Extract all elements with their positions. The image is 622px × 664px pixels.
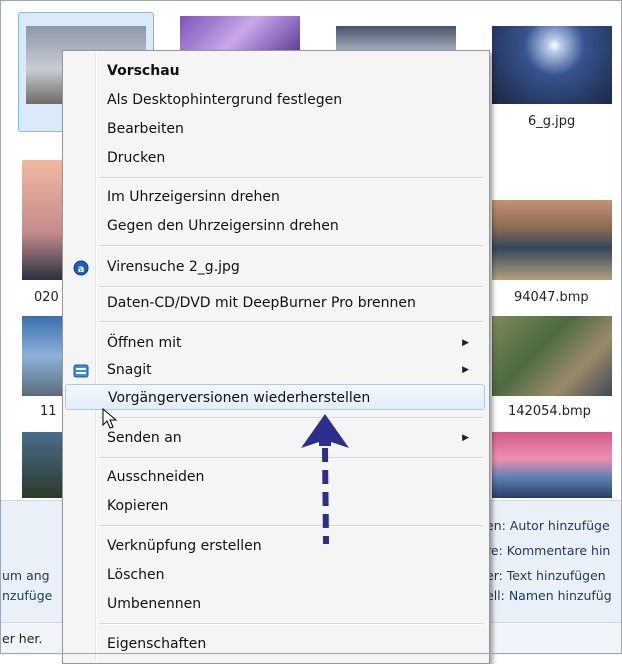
screenshot-border	[0, 0, 622, 654]
